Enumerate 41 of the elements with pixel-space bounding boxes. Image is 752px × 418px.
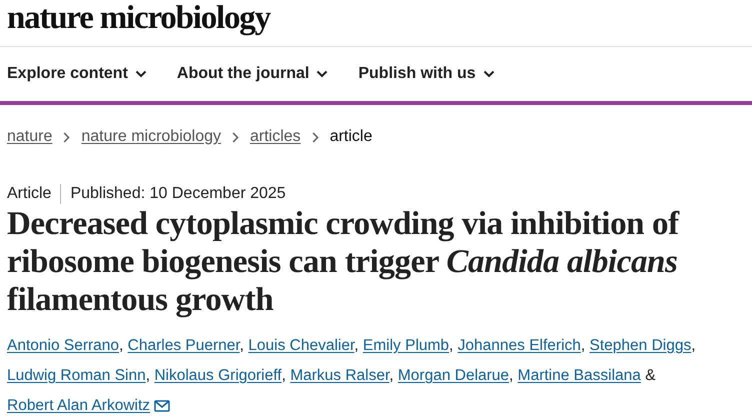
author-separator: ,: [119, 337, 124, 354]
author-link[interactable]: Antonio Serrano: [7, 337, 120, 354]
author-separator: ,: [449, 337, 454, 354]
author-link[interactable]: Johannes Elferich: [458, 337, 581, 354]
author-link[interactable]: Martine Bassilana: [518, 367, 641, 384]
publish-date: Published: 10 December 2025: [70, 185, 286, 203]
breadcrumb-link[interactable]: nature: [7, 128, 52, 146]
author-separator: ,: [240, 337, 244, 354]
breadcrumb-link[interactable]: articles: [250, 128, 301, 146]
nav-menu-link[interactable]: Explore content: [7, 65, 147, 83]
author-link[interactable]: Louis Chevalier: [248, 337, 354, 354]
author-separator: ,: [282, 367, 286, 384]
author-separator: &: [645, 367, 656, 384]
chevron-down-icon: [134, 70, 147, 78]
chevron-right-icon: [312, 132, 319, 142]
author-link[interactable]: Stephen Diggs: [590, 337, 692, 354]
author-link[interactable]: Emily Plumb: [362, 337, 450, 354]
chevron-down-icon: [482, 70, 495, 78]
author-link[interactable]: Charles Puerner: [128, 337, 240, 354]
chevron-right-icon: [63, 132, 70, 142]
author-separator: ,: [354, 337, 359, 354]
author-link[interactable]: Ludwig Roman Sinn: [7, 367, 146, 384]
breadcrumb-current: article: [330, 128, 372, 146]
chevron-right-icon: [232, 132, 239, 142]
nav-menu-link[interactable]: About the journal: [176, 65, 328, 83]
author-link[interactable]: Markus Ralser: [290, 367, 390, 384]
author-link[interactable]: Morgan Delarue: [398, 367, 510, 384]
email-icon[interactable]: [154, 400, 170, 412]
author-separator: ,: [580, 337, 586, 354]
chevron-down-icon: [316, 70, 328, 78]
breadcrumb-link[interactable]: nature microbiology: [81, 128, 221, 146]
nav-menu-link[interactable]: Publish with us: [358, 65, 495, 83]
author-link[interactable]: Nikolaus Grigorieff: [154, 367, 282, 384]
author-separator: ,: [146, 367, 150, 384]
article-type: Article: [7, 185, 52, 203]
journal-logo[interactable]: nature microbiology: [7, 0, 270, 36]
article-title: Decreased cytoplasmic crowding via inhibition of ribosome biogenesis can trigger Candida albicans filamentous growth: [7, 205, 680, 319]
author-separator: ,: [691, 337, 696, 354]
author-link[interactable]: Robert Alan Arkowitz: [7, 391, 150, 418]
author-separator: ,: [509, 367, 514, 384]
author-separator: ,: [389, 367, 394, 384]
